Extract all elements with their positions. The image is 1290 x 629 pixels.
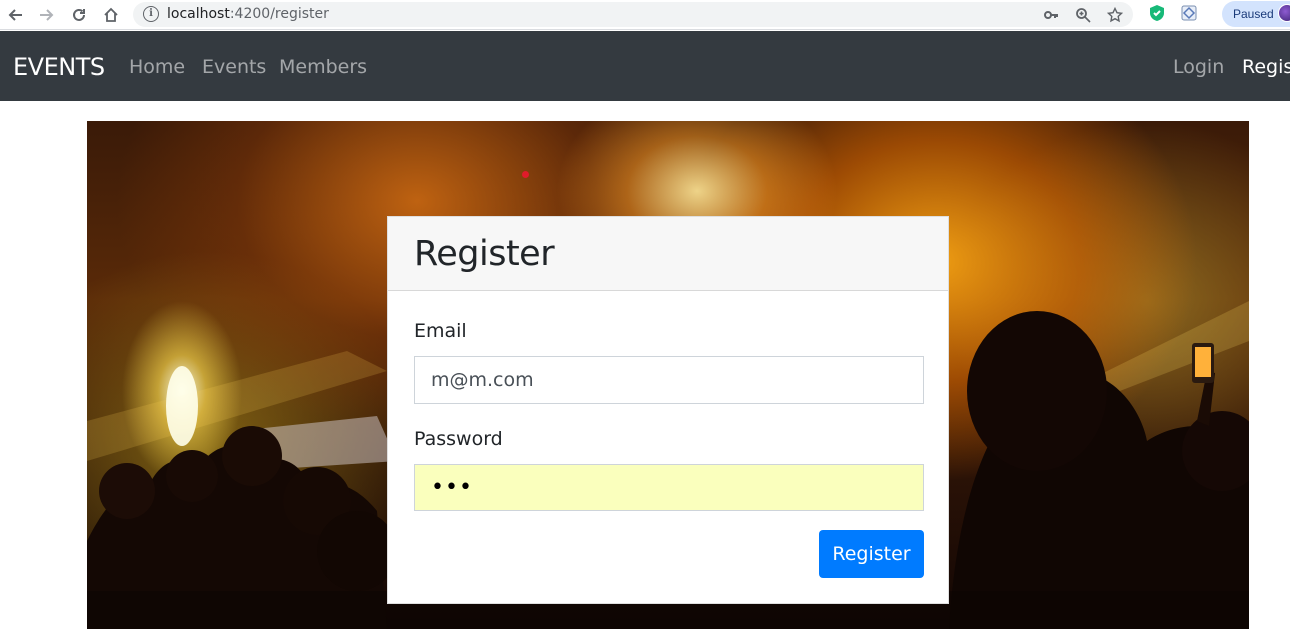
brand-logo[interactable]: EVENTS (13, 53, 105, 81)
bookmark-star-icon[interactable] (1106, 6, 1124, 24)
browser-toolbar: i localhost:4200/register Paused (0, 0, 1290, 30)
email-label: Email (414, 320, 467, 342)
password-masked-value: ••• (431, 475, 473, 500)
site-info-icon[interactable]: i (143, 6, 159, 22)
password-field[interactable]: ••• (414, 464, 924, 511)
email-value: m@m.com (431, 369, 534, 391)
nav-link-events[interactable]: Events (202, 56, 266, 78)
card-header: Register (388, 217, 948, 291)
reload-icon[interactable] (67, 3, 91, 27)
zoom-icon[interactable] (1074, 6, 1092, 24)
key-icon[interactable] (1042, 6, 1060, 24)
nav-link-members[interactable]: Members (279, 56, 367, 78)
nav-link-register[interactable]: Register (1242, 56, 1290, 78)
address-bar[interactable]: i localhost:4200/register (133, 2, 1133, 27)
back-arrow-icon[interactable] (3, 3, 27, 27)
home-icon[interactable] (99, 3, 123, 27)
extension-icon[interactable] (1180, 4, 1198, 22)
password-label: Password (414, 428, 503, 450)
app-navbar: EVENTS Home Events Members Login Registe… (0, 31, 1290, 101)
register-title: Register (414, 234, 555, 274)
url-text: localhost:4200/register (167, 6, 329, 22)
profile-avatar[interactable] (1278, 4, 1290, 22)
nav-link-home[interactable]: Home (129, 56, 185, 78)
nav-link-login[interactable]: Login (1173, 56, 1224, 78)
register-card: Register Email m@m.com Password ••• Regi… (387, 216, 949, 604)
register-submit-button[interactable]: Register (819, 530, 924, 578)
pointer-dot (522, 171, 529, 178)
email-field[interactable]: m@m.com (414, 356, 924, 404)
forward-arrow-icon[interactable] (35, 3, 59, 27)
shield-extension-icon[interactable] (1148, 4, 1166, 22)
